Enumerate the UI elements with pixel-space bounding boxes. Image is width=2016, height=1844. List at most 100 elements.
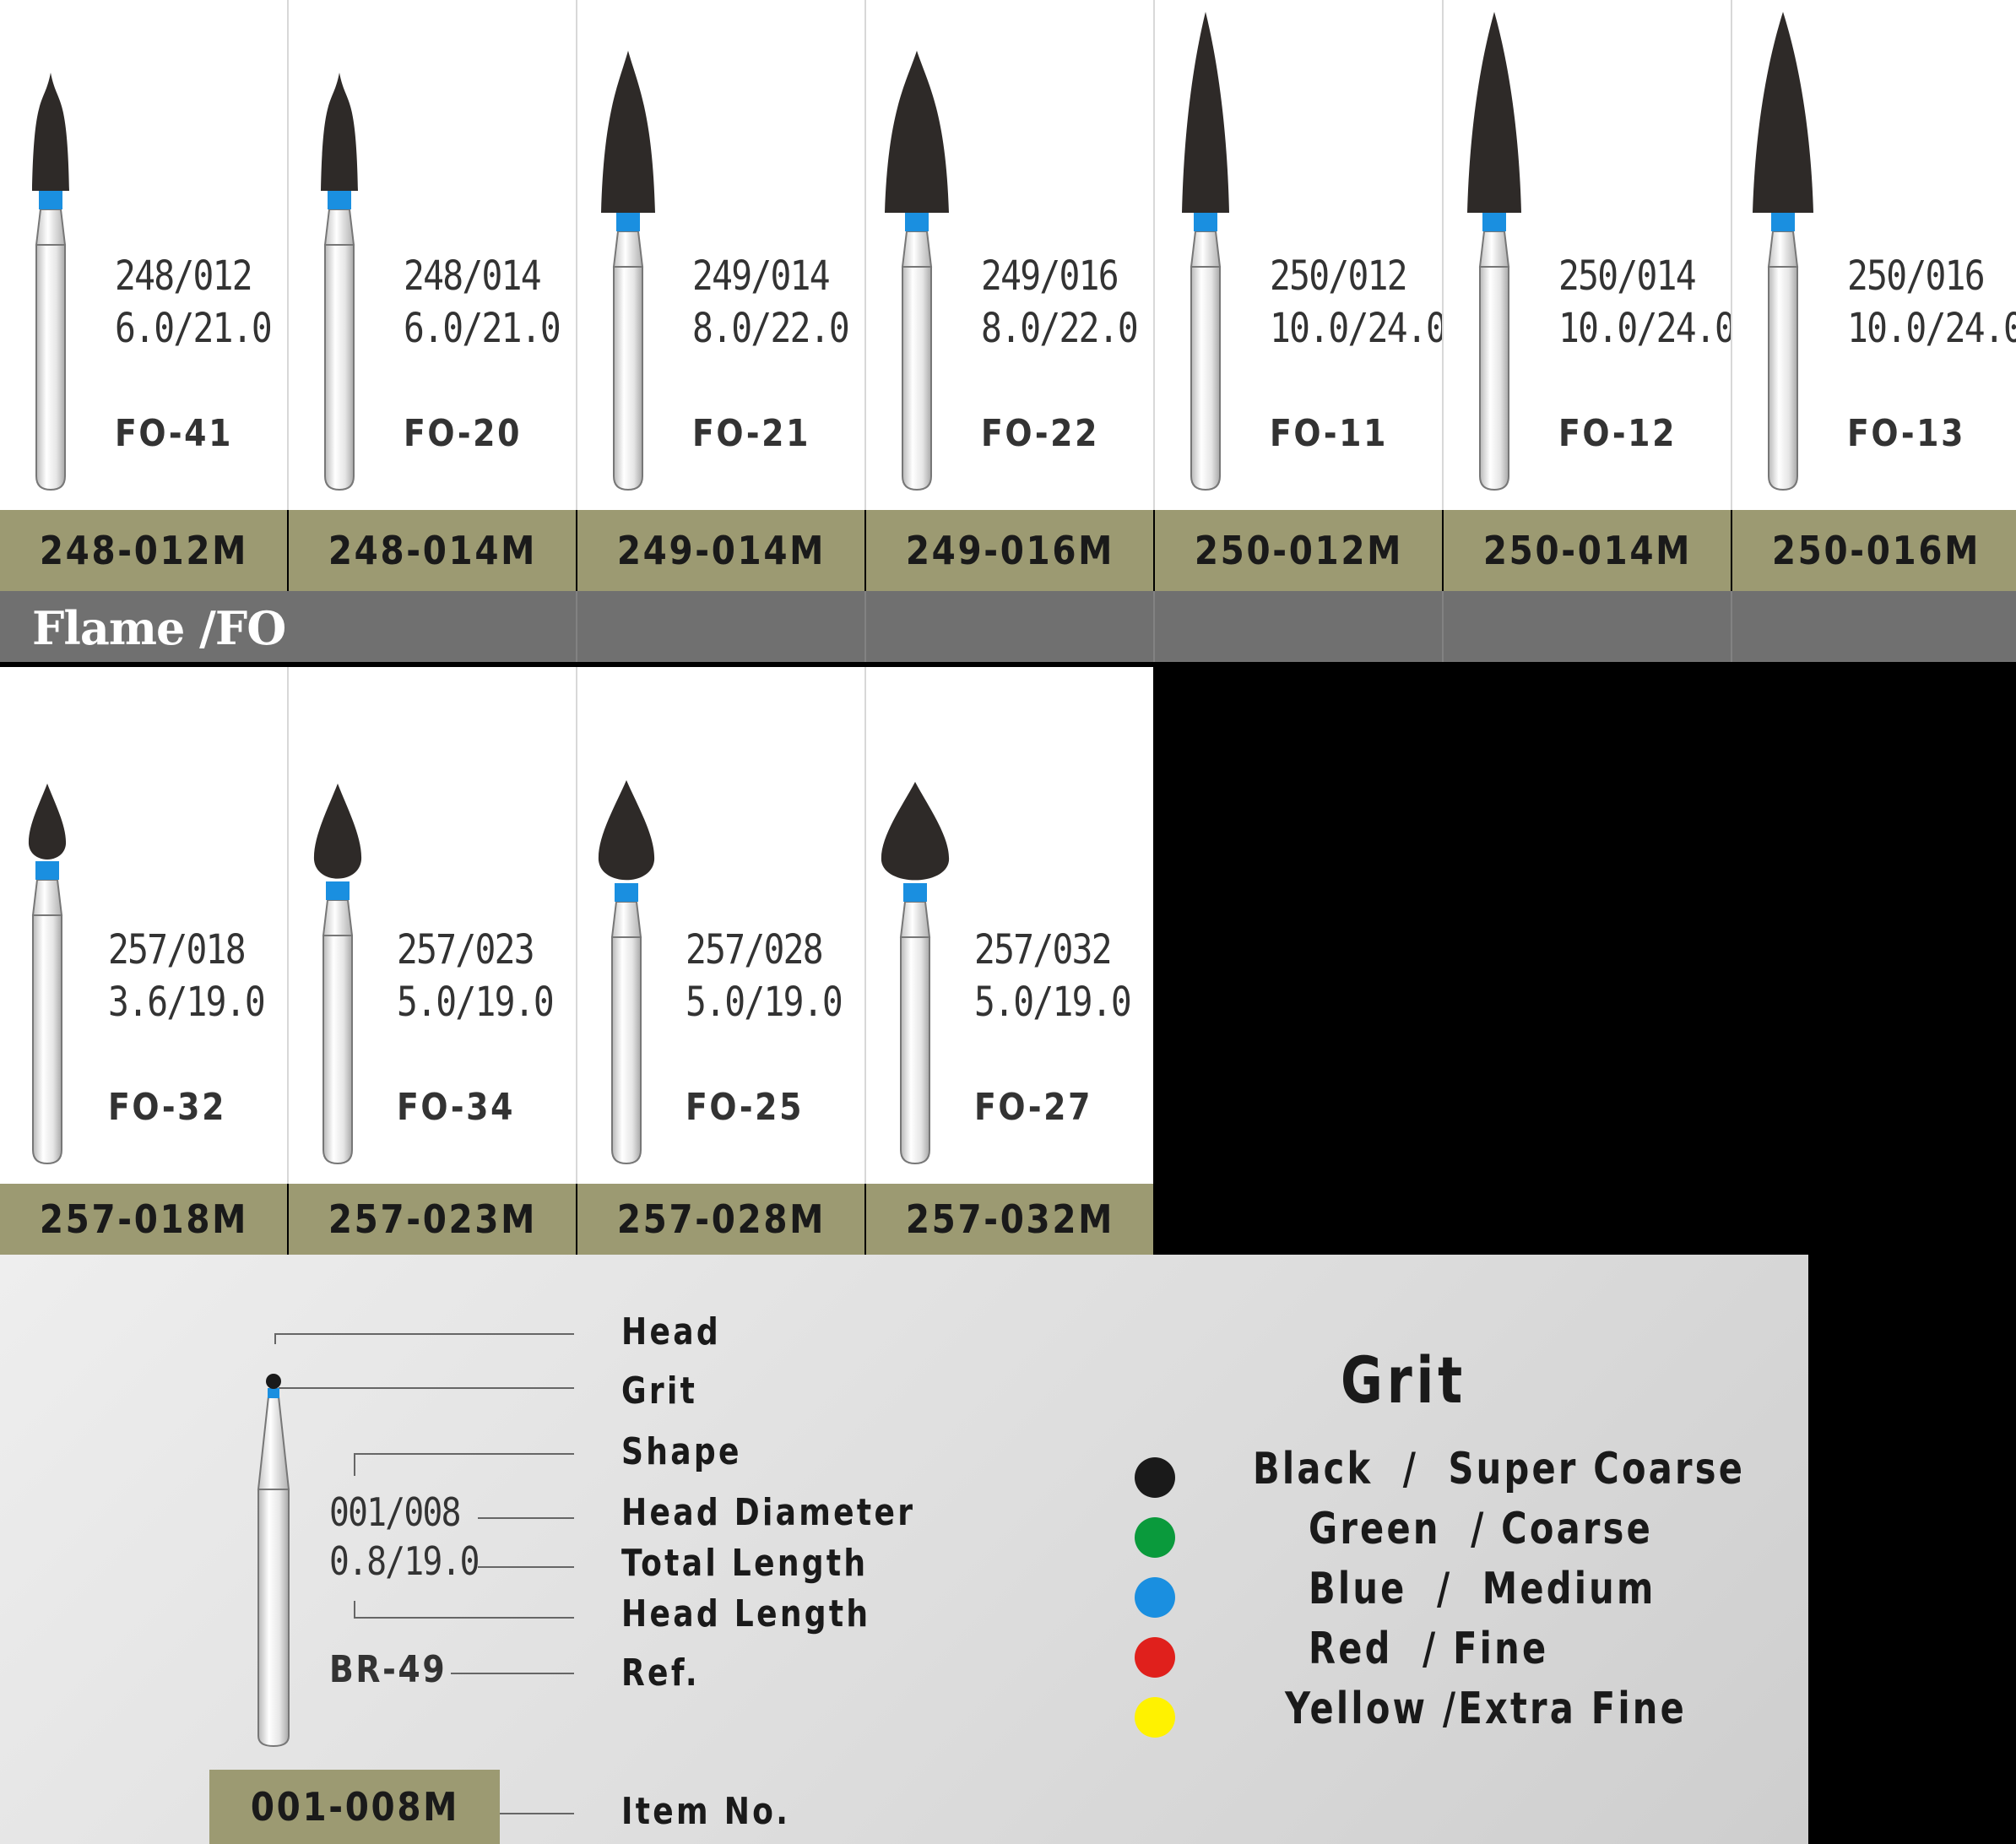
spec-size: 250/016: [1847, 252, 1986, 300]
bur-shank: [32, 914, 62, 1165]
grit-color-dot: [1135, 1577, 1175, 1618]
spec-dims: 6.0/21.0: [115, 305, 273, 352]
grit-color-dot: [1135, 1457, 1175, 1498]
spec-dims: 3.6/19.0: [108, 979, 266, 1026]
head-leader: [274, 1333, 574, 1344]
bur-shank: [611, 936, 642, 1165]
grit-band: [326, 881, 350, 900]
grit-band: [35, 861, 59, 880]
spec-size: 250/014: [1558, 252, 1697, 300]
bur-neck: [1190, 230, 1222, 268]
bur-shank: [1768, 266, 1798, 491]
grit-band: [1194, 213, 1217, 231]
spec-dims: 5.0/19.0: [397, 979, 555, 1026]
ref-code: FO-11: [1270, 412, 1388, 455]
legend-example-dims: 0.8/19.0: [329, 1538, 480, 1584]
item-number-bar: 257-023M: [289, 1184, 576, 1255]
spec-dims: 10.0/24.0: [1558, 305, 1736, 352]
grit-label: Black / Super Coarse: [1253, 1444, 1746, 1494]
ref-code: FO-13: [1847, 412, 1965, 455]
spec-dims: 8.0/22.0: [981, 305, 1139, 352]
ref-code: FO-21: [692, 412, 810, 455]
bur-head: [598, 780, 655, 881]
spec-dims: 8.0/22.0: [692, 305, 850, 352]
ref-code: FO-12: [1558, 412, 1677, 455]
grit-label: Red / Fine: [1309, 1624, 1549, 1674]
band-divider: [1153, 591, 1155, 662]
label-total-length: Total Length: [621, 1542, 869, 1585]
item-number-bar: 257-028M: [577, 1184, 864, 1255]
shape-leader: [354, 1453, 574, 1476]
label-head: Head: [621, 1310, 721, 1353]
ref-code: FO-32: [108, 1086, 226, 1129]
ref-code: FO-41: [115, 412, 233, 455]
spec-size: 248/014: [404, 252, 542, 300]
band-divider: [1731, 591, 1732, 662]
spec-dims: 10.0/24.0: [1270, 305, 1447, 352]
label-head-diameter: Head Diameter: [621, 1491, 916, 1534]
grit-label: Blue / Medium: [1309, 1564, 1656, 1614]
spec-dims: 10.0/24.0: [1847, 305, 2016, 352]
bur-neck: [1767, 230, 1799, 268]
grit-band: [1771, 213, 1795, 231]
legend-panel: 001/008 0.8/19.0 BR-49 001-008M Head Gri…: [0, 1255, 1808, 1844]
grit-label: Yellow /Extra Fine: [1285, 1684, 1688, 1734]
label-grit: Grit: [621, 1369, 698, 1413]
grit-band: [615, 883, 638, 902]
ref-code: FO-22: [981, 412, 1099, 455]
ref-code: FO-25: [686, 1086, 804, 1129]
item-number-bar: 257-032M: [866, 1184, 1153, 1255]
example-head: [266, 1374, 281, 1389]
bur-shank: [1190, 266, 1221, 491]
spec-size: 248/012: [115, 252, 253, 300]
bur-head: [1467, 12, 1521, 213]
grit-label: Green / Coarse: [1309, 1504, 1654, 1554]
grit-band: [903, 883, 927, 902]
spec-dims: 5.0/19.0: [974, 979, 1132, 1026]
spec-dims: 6.0/21.0: [404, 305, 561, 352]
grit-title: Grit: [1341, 1342, 1466, 1418]
bur-head: [313, 784, 362, 879]
bur-neck: [1478, 230, 1510, 268]
bur-head: [1753, 12, 1813, 213]
spec-size: 249/014: [692, 252, 831, 300]
legend-example-size: 001/008: [329, 1489, 461, 1535]
ref-code: FO-27: [974, 1086, 1092, 1129]
item-number-bar: 257-018M: [0, 1184, 287, 1255]
bur-shank: [900, 936, 930, 1165]
bur-shank: [322, 935, 353, 1165]
spec-size: 257/018: [108, 926, 247, 974]
item-number-bar: 250-014M: [1444, 510, 1731, 591]
bur-head: [881, 782, 950, 881]
example-neck: [257, 1396, 290, 1490]
spec-size: 249/016: [981, 252, 1119, 300]
label-head-length: Head Length: [621, 1592, 871, 1635]
ref-code: FO-20: [404, 412, 522, 455]
example-grit-band: [268, 1388, 279, 1398]
spec-size: 257/023: [397, 926, 535, 974]
item-number-bar: 250-012M: [1155, 510, 1442, 591]
band-divider: [1442, 591, 1444, 662]
spec-size: 257/032: [974, 926, 1113, 974]
example-shank: [257, 1489, 290, 1748]
grit-color-dot: [1135, 1637, 1175, 1678]
bur-head: [1182, 12, 1229, 213]
bur-neck: [322, 899, 354, 936]
item-number-bar: 250-016M: [1732, 510, 2016, 591]
grit-color-dot: [1135, 1517, 1175, 1558]
legend-example-item: 001-008M: [209, 1770, 500, 1844]
label-shape: Shape: [621, 1430, 742, 1473]
bur-neck: [610, 901, 642, 938]
bur-shank: [1479, 266, 1509, 491]
head-length-leader: [354, 1601, 574, 1619]
label-item-no: Item No.: [621, 1790, 791, 1833]
bur-neck: [899, 901, 931, 938]
label-ref: Ref.: [621, 1651, 700, 1695]
spec-size: 257/028: [686, 926, 824, 974]
grit-band: [1482, 213, 1506, 231]
spec-dims: 5.0/19.0: [686, 979, 843, 1026]
ref-code: FO-34: [397, 1086, 515, 1129]
bur-head: [28, 784, 67, 860]
bur-neck: [31, 879, 63, 916]
grit-color-dot: [1135, 1697, 1175, 1738]
